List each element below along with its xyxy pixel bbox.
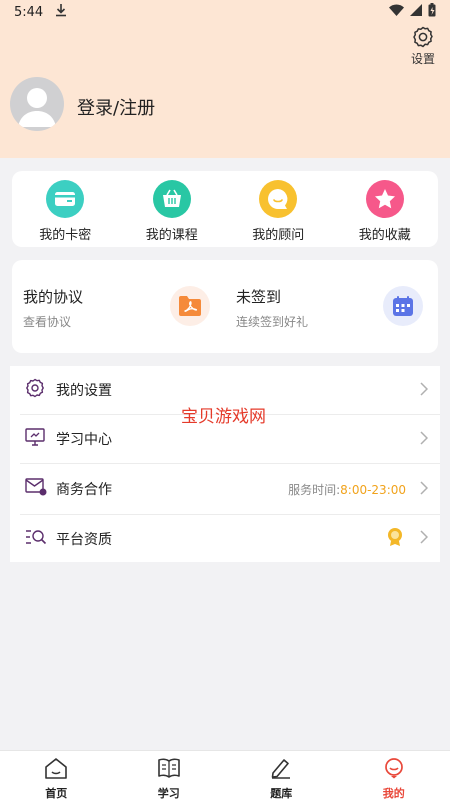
agreement-subtitle: 查看协议 bbox=[23, 315, 72, 329]
business-hours-label: 服务时间: bbox=[288, 482, 341, 497]
chevron-right-icon bbox=[420, 529, 429, 548]
menu-item-label: 平台资质 bbox=[56, 531, 112, 548]
basket-icon bbox=[152, 180, 191, 218]
pdf-folder-icon bbox=[170, 286, 210, 326]
quick-link-my-courses[interactable]: 我的课程 bbox=[119, 171, 226, 247]
quick-link-label: 我的顾问 bbox=[252, 228, 305, 243]
tab-question-bank[interactable]: 题库 bbox=[225, 751, 338, 800]
calendar-icon bbox=[383, 286, 423, 326]
open-book-icon bbox=[157, 757, 181, 783]
menu-item-label: 商务合作 bbox=[56, 482, 112, 498]
avatar[interactable] bbox=[10, 77, 64, 131]
quick-link-my-cards[interactable]: 我的卡密 bbox=[12, 171, 119, 247]
settings-button[interactable]: 设置 bbox=[406, 26, 440, 67]
status-bar: 5:44 bbox=[0, 0, 450, 24]
agreement-title: 我的协议 bbox=[23, 288, 84, 306]
menu-item-qualification[interactable]: 平台资质 bbox=[10, 515, 440, 562]
search-list-icon bbox=[25, 528, 47, 550]
chat-bubble-icon bbox=[259, 180, 298, 218]
quick-link-my-favorites[interactable]: 我的收藏 bbox=[332, 171, 439, 247]
tab-home[interactable]: 首页 bbox=[0, 751, 113, 800]
menu-item-business[interactable]: 商务合作 服务时间:8:00-23:00 bbox=[10, 464, 440, 514]
gear-icon bbox=[406, 26, 440, 48]
my-agreement-item[interactable]: 我的协议 查看协议 bbox=[12, 260, 225, 353]
quick-links-card: 我的卡密 我的课程 我的顾问 我的收藏 bbox=[12, 171, 438, 247]
quick-link-label: 我的收藏 bbox=[358, 228, 411, 243]
login-register-link[interactable]: 登录/注册 bbox=[77, 94, 155, 120]
star-icon bbox=[365, 180, 404, 218]
mail-icon bbox=[25, 478, 47, 500]
tab-label: 我的 bbox=[382, 787, 405, 800]
tab-mine[interactable]: 我的 bbox=[338, 751, 450, 800]
tab-study[interactable]: 学习 bbox=[113, 751, 226, 800]
signal-icon bbox=[410, 4, 422, 20]
business-hours-value: 8:00-23:00 bbox=[340, 482, 406, 497]
checkin-item[interactable]: 未签到 连续签到好礼 bbox=[225, 260, 438, 353]
chevron-right-icon bbox=[420, 430, 429, 449]
tab-label: 首页 bbox=[45, 787, 68, 800]
download-icon bbox=[55, 3, 67, 21]
monitor-icon bbox=[25, 428, 45, 450]
menu-list: 我的设置 学习中心 商务合作 服务时间:8:00-23:00 平台资质 bbox=[10, 366, 440, 562]
pencil-icon bbox=[269, 757, 293, 783]
tab-label: 学习 bbox=[157, 787, 180, 800]
tab-label: 题库 bbox=[270, 787, 293, 800]
bottom-tab-bar: 首页 学习 题库 我的 bbox=[0, 750, 450, 800]
quick-link-label: 我的卡密 bbox=[39, 228, 92, 243]
profile-face-icon bbox=[382, 757, 406, 783]
status-time: 5:44 bbox=[14, 4, 44, 20]
chevron-right-icon bbox=[420, 480, 429, 499]
checkin-title: 未签到 bbox=[236, 288, 282, 306]
wifi-icon bbox=[389, 4, 404, 20]
medal-icon bbox=[386, 527, 404, 550]
watermark-text: 宝贝游戏网 bbox=[181, 407, 266, 427]
checkin-subtitle: 连续签到好礼 bbox=[236, 315, 309, 329]
quick-link-my-advisor[interactable]: 我的顾问 bbox=[225, 171, 332, 247]
card-icon bbox=[46, 180, 85, 218]
battery-icon bbox=[428, 3, 436, 21]
menu-item-label: 我的设置 bbox=[56, 383, 112, 399]
gear-icon bbox=[25, 378, 45, 402]
menu-item-label: 学习中心 bbox=[56, 432, 112, 448]
business-hours: 服务时间:8:00-23:00 bbox=[288, 481, 406, 498]
quick-link-label: 我的课程 bbox=[145, 228, 198, 243]
agreement-checkin-card: 我的协议 查看协议 未签到 连续签到好礼 bbox=[12, 260, 438, 353]
home-icon bbox=[44, 757, 68, 783]
settings-label: 设置 bbox=[410, 52, 435, 66]
chevron-right-icon bbox=[420, 381, 429, 400]
